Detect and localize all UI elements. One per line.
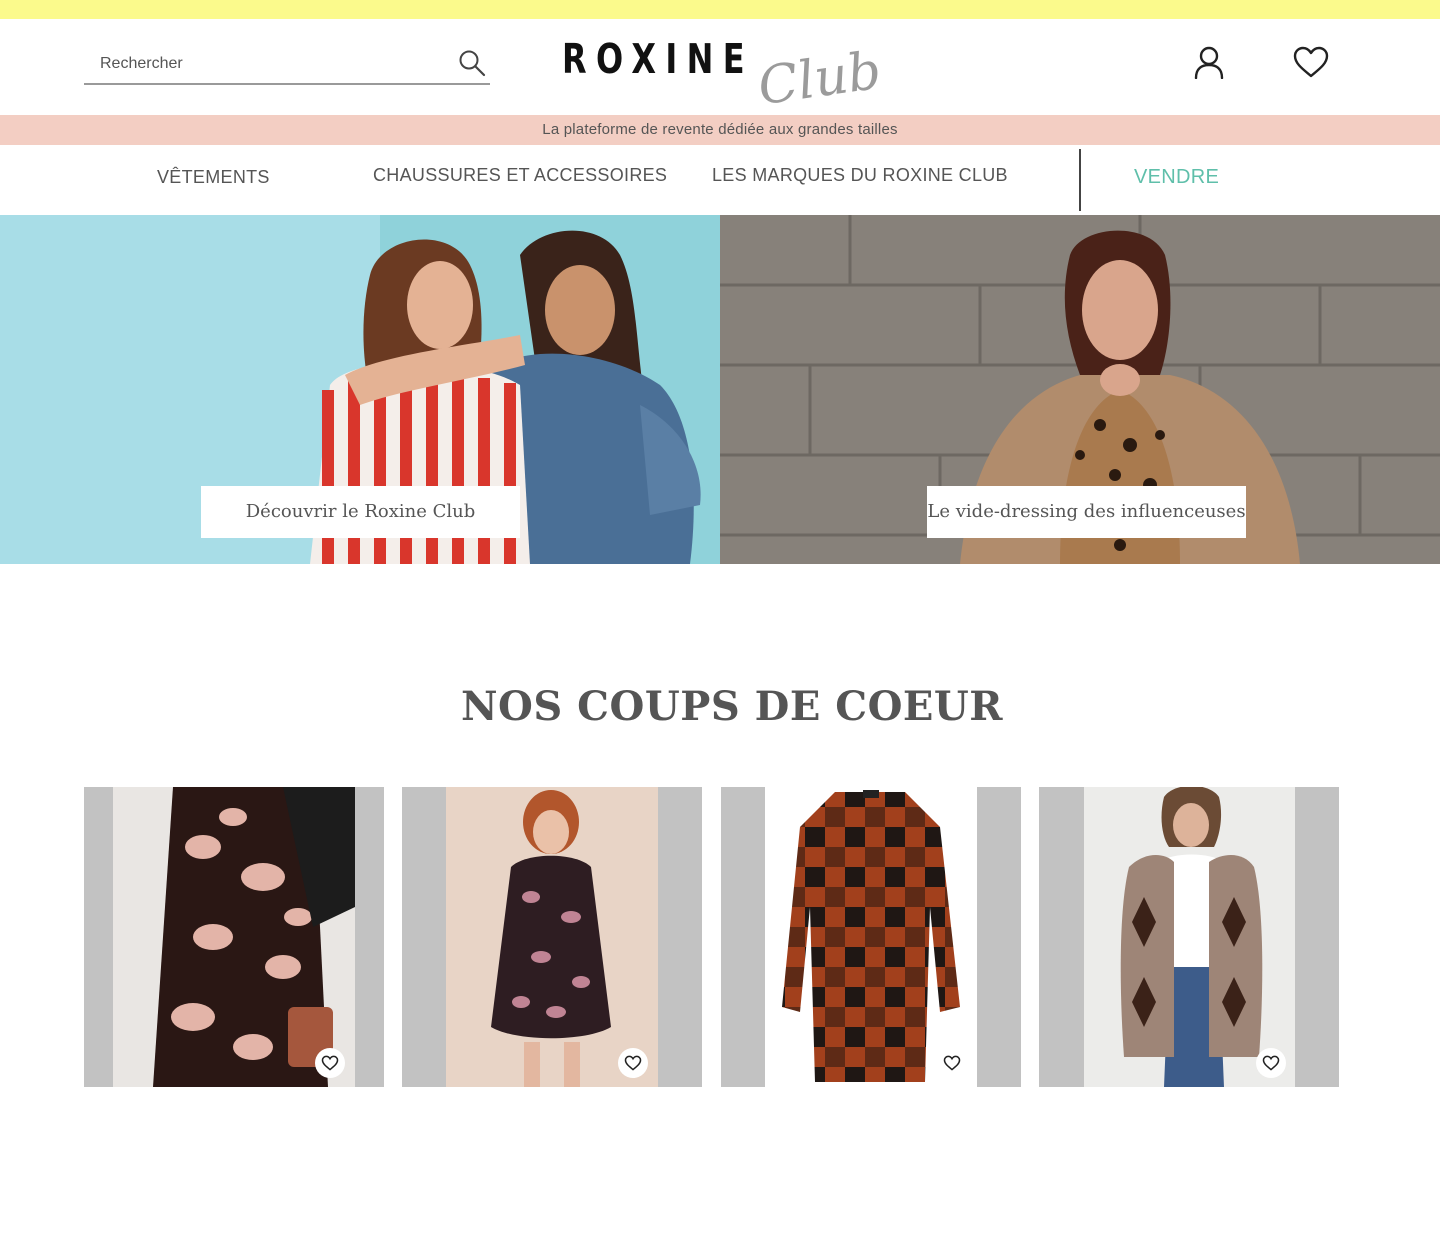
product-favorite-button[interactable]: [315, 1048, 345, 1078]
product-card[interactable]: [84, 787, 384, 1087]
site-header: ROXINE Club: [0, 19, 1440, 117]
product-favorite-button[interactable]: [937, 1048, 967, 1078]
product-favorite-button[interactable]: [1256, 1048, 1286, 1078]
nav-divider: [1079, 149, 1081, 211]
wishlist-heart-icon[interactable]: [1292, 45, 1330, 79]
logo-wordmark: ROXINE: [562, 35, 755, 83]
search-bar: [84, 43, 490, 85]
heart-icon: [321, 1055, 339, 1071]
tagline-banner: La plateforme de revente dédiée aux gran…: [0, 115, 1440, 145]
nav-item-chaussures-accessoires[interactable]: CHAUSSURES ET ACCESSOIRES: [373, 165, 667, 186]
user-account-icon[interactable]: [1192, 45, 1226, 79]
product-photo-floral-maxi-dress: [113, 787, 355, 1087]
section-title-favorites: NOS COUPS DE COEUR: [460, 683, 1004, 730]
logo-script: Club: [754, 40, 885, 118]
product-photo-argyle-cardigan: [1084, 787, 1295, 1087]
top-announcement-strip: [0, 0, 1440, 19]
heart-icon: [624, 1055, 642, 1071]
site-logo[interactable]: ROXINE Club: [562, 35, 885, 117]
nav-item-marques[interactable]: LES MARQUES DU ROXINE CLUB: [712, 165, 1008, 186]
hero-banner-roxine-club[interactable]: Découvrir le Roxine Club: [0, 215, 720, 564]
hero-banner-influencers[interactable]: Le vide-dressing des influenceuses: [720, 215, 1440, 564]
search-input[interactable]: [84, 51, 444, 77]
search-icon[interactable]: [458, 49, 486, 77]
hero-cta-discover-club[interactable]: Découvrir le Roxine Club: [201, 486, 520, 538]
product-card[interactable]: [1039, 787, 1339, 1087]
product-card[interactable]: [721, 787, 1021, 1087]
hero-cta-influencers[interactable]: Le vide-dressing des influenceuses: [927, 486, 1246, 538]
nav-item-vetements[interactable]: VÊTEMENTS: [157, 167, 270, 188]
tagline-text: La plateforme de revente dédiée aux gran…: [542, 121, 898, 138]
heart-icon: [943, 1055, 961, 1071]
product-favorite-button[interactable]: [618, 1048, 648, 1078]
nav-item-vendre[interactable]: VENDRE: [1134, 166, 1219, 189]
heart-icon: [1262, 1055, 1280, 1071]
product-card[interactable]: [402, 787, 702, 1087]
main-navigation: VÊTEMENTS CHAUSSURES ET ACCESSOIRES LES …: [0, 145, 1440, 215]
product-photo-paisley-dress: [446, 787, 658, 1087]
product-photo-check-cardigan: [765, 787, 977, 1087]
